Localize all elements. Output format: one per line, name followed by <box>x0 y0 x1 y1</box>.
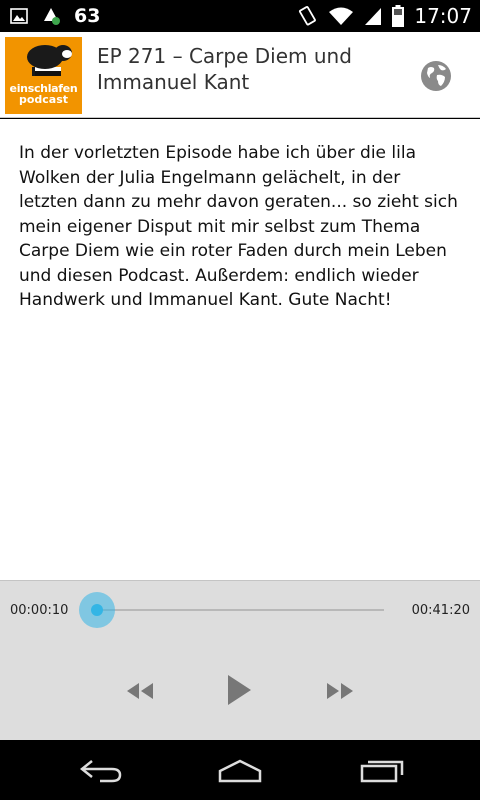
audio-player: 00:00:10 00:41:20 <box>0 580 480 740</box>
episode-header: einschlafen podcast EP 271 – Carpe Diem … <box>0 32 480 118</box>
recent-apps-icon[interactable] <box>359 757 405 783</box>
seek-bar-thumb[interactable] <box>91 604 103 616</box>
fast-forward-icon[interactable] <box>325 681 355 701</box>
rewind-icon[interactable] <box>125 681 155 701</box>
back-icon[interactable] <box>78 757 124 783</box>
signal-icon <box>365 8 382 25</box>
notification-count: 63 <box>74 5 101 27</box>
status-bar-left: 63 <box>10 0 100 32</box>
episode-description-area[interactable]: In der vorletzten Episode habe ich über … <box>0 119 480 580</box>
globe-icon[interactable] <box>419 59 453 93</box>
status-bar: 63 17:07 <box>0 0 480 32</box>
podcast-logo[interactable]: einschlafen podcast <box>5 37 82 114</box>
status-bar-right: 17:07 <box>296 0 472 32</box>
vibrate-icon <box>299 6 317 26</box>
app-notification-icon <box>44 8 60 25</box>
seek-bar-track[interactable] <box>97 609 384 611</box>
image-notification-icon <box>10 8 28 24</box>
logo-text-line2: podcast <box>18 93 69 106</box>
current-time: 00:00:10 <box>10 603 69 618</box>
wifi-icon <box>329 7 354 25</box>
sheep-logo-icon <box>27 45 72 76</box>
navigation-bar <box>0 740 480 800</box>
play-icon[interactable] <box>225 673 253 707</box>
home-icon[interactable] <box>216 757 264 783</box>
episode-title: EP 271 – Carpe Diem und Immanuel Kant <box>97 44 352 94</box>
clock: 17:07 <box>414 4 472 28</box>
episode-description: In der vorletzten Episode habe ich über … <box>19 143 458 310</box>
battery-icon <box>392 5 405 27</box>
total-time: 00:41:20 <box>411 603 470 618</box>
